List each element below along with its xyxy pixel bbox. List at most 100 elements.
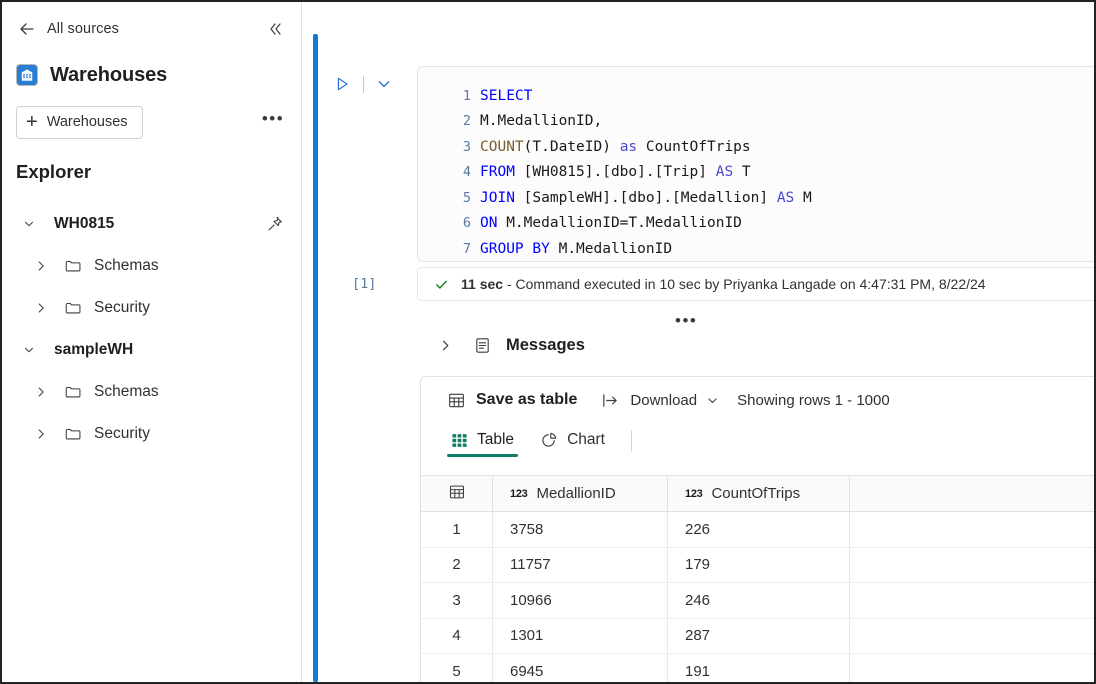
cell-medallionid[interactable]: 6945 [493, 654, 668, 682]
pin-icon[interactable] [263, 212, 287, 236]
line-number: 7 [462, 240, 471, 257]
tree-label: sampleWH [54, 341, 134, 358]
tab-chart[interactable]: Chart [536, 423, 609, 457]
back-arrow-icon[interactable] [16, 18, 38, 40]
tab-chart-label: Chart [567, 431, 605, 448]
table-row[interactable]: 5 6945 191 [421, 654, 1094, 682]
cell-medallionid[interactable]: 3758 [493, 512, 668, 547]
tab-table[interactable]: Table [447, 423, 519, 457]
grid-column-header-medallionid[interactable]: 123 MedallionID [493, 476, 668, 511]
cell-overflow-icon[interactable]: ••• [675, 310, 697, 332]
grid-column-header-countoftrips[interactable]: 123 CountOfTrips [668, 476, 850, 511]
grid-body: 1 3758 226 2 11757 179 3 10966 246 4 130… [421, 512, 1094, 682]
explorer-tree: WH0815 Schemas Security sampleWH Schemas… [2, 203, 301, 455]
chevron-right-icon[interactable] [28, 427, 54, 441]
row-index-cell: 1 [421, 512, 493, 547]
results-view-tabs: Table Chart [421, 423, 1094, 457]
table-row[interactable]: 3 10966 246 [421, 583, 1094, 619]
chevron-down-icon[interactable] [706, 394, 719, 407]
tree-item-samplewh[interactable]: sampleWH [2, 329, 301, 371]
cell-countoftrips[interactable]: 191 [668, 654, 850, 682]
cell-countoftrips[interactable]: 246 [668, 583, 850, 618]
column-header-label: MedallionID [536, 485, 616, 502]
messages-label: Messages [506, 335, 585, 354]
status-message: - Command executed in 10 sec by Priyanka… [503, 276, 986, 292]
column-type-badge: 123 [510, 487, 528, 500]
code-text: SELECT [480, 87, 533, 104]
table-row[interactable]: 4 1301 287 [421, 618, 1094, 654]
code-line: 7 GROUP BY M.MedallionID [418, 236, 1094, 261]
chevron-right-icon[interactable] [432, 338, 458, 353]
tree-label: Security [94, 425, 150, 442]
line-number: 3 [462, 138, 471, 155]
cell-medallionid[interactable]: 1301 [493, 618, 668, 653]
gutter-divider [363, 75, 364, 93]
code-text: ON M.MedallionID=T.MedallionID [480, 215, 742, 232]
cell-countoftrips[interactable]: 226 [668, 512, 850, 547]
play-triangle-icon[interactable] [330, 72, 354, 96]
cell-empty [850, 618, 1094, 653]
code-text: M.MedallionID, [480, 113, 603, 130]
table-row[interactable]: 1 3758 226 [421, 512, 1094, 548]
code-text: GROUP BY M.MedallionID [480, 240, 673, 257]
tabs-divider [630, 430, 632, 452]
grid-icon [451, 432, 468, 449]
all-sources-link[interactable]: All sources [47, 21, 119, 37]
row-index-cell: 5 [421, 654, 493, 682]
line-number: 6 [462, 215, 471, 232]
row-index-cell: 3 [421, 583, 493, 618]
tree-item-samplewh-schemas[interactable]: Schemas [2, 371, 301, 413]
chevron-down-icon[interactable] [16, 343, 42, 357]
active-cell-accent-bar [313, 34, 318, 682]
code-text: COUNT(T.DateID) as CountOfTrips [480, 138, 751, 155]
save-as-table-button[interactable]: Save as table [447, 385, 577, 415]
status-duration: 11 sec [461, 276, 504, 292]
tree-item-wh0815-security[interactable]: Security [2, 287, 301, 329]
cell-medallionid[interactable]: 10966 [493, 583, 668, 618]
grid-column-header-empty [850, 476, 1094, 511]
warehouse-icon [16, 64, 38, 86]
table-row[interactable]: 2 11757 179 [421, 547, 1094, 583]
messages-section[interactable]: Messages [432, 329, 585, 361]
code-line: 2 M.MedallionID, [418, 109, 1094, 135]
sql-code-editor[interactable]: 1 SELECT 2 M.MedallionID, 3 COUNT(T.Date… [417, 66, 1094, 262]
sidebar-overflow-icon[interactable]: ••• [259, 108, 287, 136]
new-warehouse-button[interactable]: + Warehouses [16, 105, 143, 139]
code-line: 5 JOIN [SampleWH].[dbo].[Medallion] AS M [418, 185, 1094, 211]
save-as-table-label: Save as table [476, 391, 578, 408]
folder-icon [62, 299, 84, 317]
cell-options-chevron-down-icon[interactable] [373, 73, 395, 95]
execution-status-row: [1] 11 sec - Command executed in 10 sec … [330, 267, 1094, 301]
chevron-right-icon[interactable] [28, 259, 54, 273]
cell-empty [850, 512, 1094, 547]
chevron-down-icon[interactable] [16, 217, 42, 231]
row-index-cell: 4 [421, 618, 493, 653]
chevron-right-icon[interactable] [28, 385, 54, 399]
tree-label: Schemas [94, 383, 159, 400]
row-index: 5 [452, 662, 461, 680]
code-text: JOIN [SampleWH].[dbo].[Medallion] AS M [480, 189, 812, 206]
cell-index-label: [1] [352, 276, 377, 292]
pie-chart-icon [540, 431, 558, 449]
cell-countoftrips[interactable]: 179 [668, 547, 850, 582]
row-index: 2 [452, 556, 461, 574]
results-grid: 123 MedallionID 123 CountOfTrips 1 3758 … [421, 475, 1094, 682]
workspace-header: Warehouses [2, 59, 301, 91]
cell-medallionid[interactable]: 11757 [493, 547, 668, 582]
tree-item-wh0815[interactable]: WH0815 [2, 203, 301, 245]
app-window: All sources Warehouses + Warehouses ••• … [0, 0, 1096, 684]
download-button[interactable]: Download [601, 385, 719, 415]
double-chevron-left-icon[interactable] [263, 17, 287, 41]
cell-countoftrips[interactable]: 287 [668, 618, 850, 653]
chevron-right-icon[interactable] [28, 301, 54, 315]
sidebar: All sources Warehouses + Warehouses ••• … [2, 2, 302, 682]
tree-label: Schemas [94, 257, 159, 274]
status-box: 11 sec - Command executed in 10 sec by P… [417, 267, 1094, 301]
grid-corner-cell[interactable] [421, 476, 493, 511]
tree-item-wh0815-schemas[interactable]: Schemas [2, 245, 301, 287]
checkmark-icon [434, 277, 449, 292]
tree-item-samplewh-security[interactable]: Security [2, 413, 301, 455]
showing-rows-label: Showing rows 1 - 1000 [737, 391, 890, 409]
download-label: Download [630, 391, 698, 409]
folder-icon [62, 257, 84, 275]
